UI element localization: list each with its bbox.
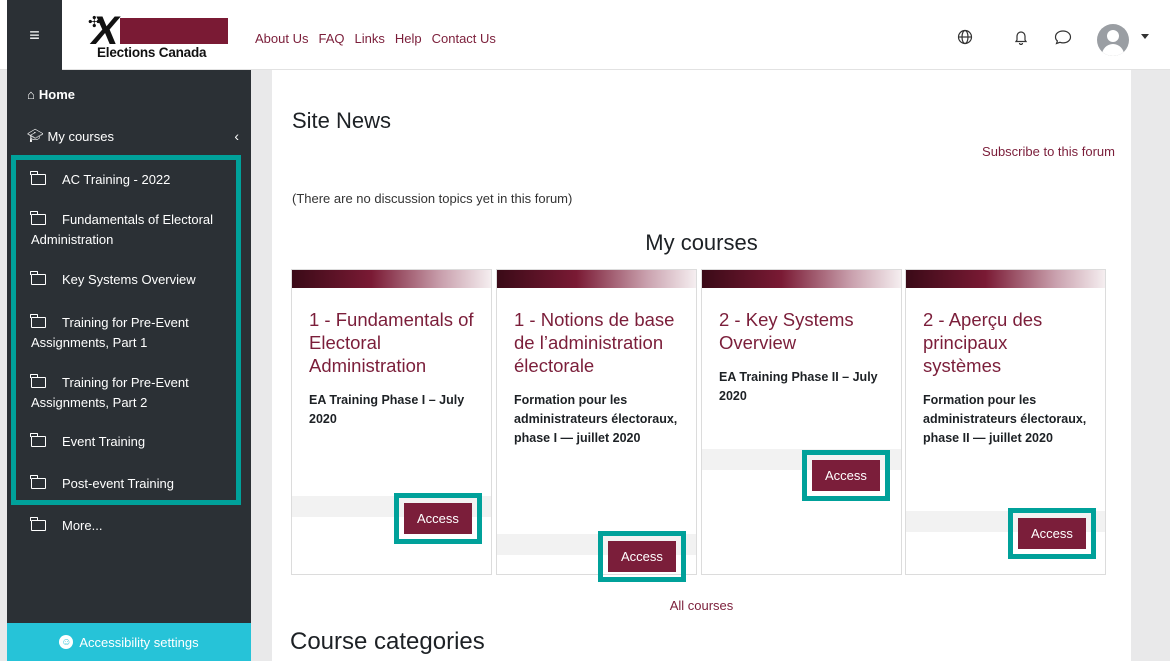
sidebar-item-key-systems[interactable]: Key Systems Overview [30,270,236,290]
right-gutter [1131,70,1170,661]
accessibility-label: Accessibility settings [79,634,199,650]
course-summary: EA Training Phase II – July 2020 [719,370,878,403]
course-banner [702,270,901,288]
highlight-box-access: Access [394,493,482,544]
avatar-body [1102,44,1124,56]
accessibility-icon: ☺ [59,635,74,649]
main-content: Site News Subscribe to this forum (There… [272,70,1131,661]
course-summary: Formation pour les administrateurs élect… [923,393,1087,445]
chat-icon[interactable] [1053,27,1073,47]
highlight-box-access: Access [802,450,890,501]
sidebar-item-label: Training for Pre-Event Assignments, Part… [31,375,189,410]
sidebar-item-more[interactable]: More... [30,516,236,536]
avatar-head [1107,30,1119,42]
nav-links[interactable]: Links [355,31,385,46]
user-avatar[interactable] [1097,24,1129,56]
site-news-heading: Site News [292,108,392,133]
chevron-left-icon[interactable]: ‹ [234,128,239,144]
nav-help[interactable]: Help [395,31,422,46]
sidebar-my-courses[interactable]: 🎓︎ My courses ‹ [27,128,239,144]
access-button[interactable]: Access [608,541,676,572]
elections-canada-logo[interactable]: ✣ X Elections Canada [78,9,228,63]
course-summary: EA Training Phase I – July 2020 [309,393,465,426]
no-topics-text: (There are no discussion topics yet in t… [292,191,573,206]
globe-icon[interactable] [955,27,975,47]
sidebar-item-label: More... [62,518,103,533]
highlight-box-access: Access [1008,508,1096,559]
course-title[interactable]: 2 - Key Systems Overview [719,308,884,354]
sidebar-item-post-event[interactable]: Post-event Training [30,474,236,494]
sidebar-home-label: Home [38,87,75,102]
course-categories-heading: Course categories [290,628,485,655]
sidebar-item-label: Training for Pre-Event Assignments, Part… [31,315,189,350]
my-courses-heading: My courses [645,230,758,255]
course-banner [292,270,491,288]
home-icon: ⌂ [27,87,35,102]
course-summary: Formation pour les administrateurs élect… [514,393,678,445]
top-nav-links: About Us FAQ Links Help Contact Us [255,31,496,46]
access-button[interactable]: Access [812,460,880,491]
folder-icon [30,171,46,185]
course-title[interactable]: 1 - Notions de base de l’administration … [514,308,679,377]
folder-icon [30,517,46,531]
sidebar-item-label: AC Training - 2022 [62,172,171,187]
course-card: 2 - Key Systems Overview EA Training Pha… [701,269,902,575]
course-banner [906,270,1105,288]
folder-icon [30,314,46,328]
folder-icon [30,374,46,388]
access-button[interactable]: Access [1018,518,1086,549]
graduation-cap-icon: 🎓︎ [27,128,44,143]
logo-bar [120,18,228,44]
nav-faq[interactable]: FAQ [318,31,344,46]
course-title[interactable]: 1 - Fundamentals of Electoral Administra… [309,308,474,377]
bell-icon[interactable] [1011,27,1031,47]
highlight-box-access: Access [598,531,686,582]
nav-about-us[interactable]: About Us [255,31,308,46]
subscribe-link[interactable]: Subscribe to this forum [982,144,1115,159]
sidebar-item-pre-event-part1[interactable]: Training for Pre-Event Assignments, Part… [30,313,241,353]
folder-icon [30,211,46,225]
sidebar-item-label: Fundamentals of Electoral Administration [31,212,214,247]
sidebar-my-courses-label: My courses [47,128,114,144]
course-banner [497,270,696,288]
menu-toggle-button[interactable]: ≡ [7,0,62,70]
sidebar-home[interactable]: ⌂ Home [27,87,75,102]
sidebar-item-label: Post-event Training [62,476,175,491]
all-courses-link[interactable]: All courses [272,598,1131,613]
nav-contact-us[interactable]: Contact Us [432,31,496,46]
course-title[interactable]: 2 - Aperçu des principaux systèmes [923,308,1088,377]
logo-text: Elections Canada [97,45,207,60]
access-button[interactable]: Access [404,503,472,534]
course-card: 1 - Notions de base de l’administration … [496,269,697,575]
top-navbar: ≡ ✣ X Elections Canada About Us FAQ Link… [0,0,1170,70]
accessibility-settings-button[interactable]: ☺ Accessibility settings [7,623,251,661]
sidebar-item-event-training[interactable]: Event Training [30,432,236,452]
left-drawer: ⌂ Home 🎓︎ My courses ‹ AC Training - 202… [7,70,251,661]
folder-icon [30,271,46,285]
sidebar-item-fundamentals[interactable]: Fundamentals of Electoral Administration [30,210,241,250]
sidebar-item-label: Event Training [62,434,146,449]
folder-icon [30,475,46,489]
sidebar-item-pre-event-part2[interactable]: Training for Pre-Event Assignments, Part… [30,373,241,413]
caret-down-icon[interactable] [1141,34,1149,39]
sidebar-item-ac-training[interactable]: AC Training - 2022 [30,170,236,190]
folder-icon [30,433,46,447]
sidebar-item-label: Key Systems Overview [62,272,196,287]
